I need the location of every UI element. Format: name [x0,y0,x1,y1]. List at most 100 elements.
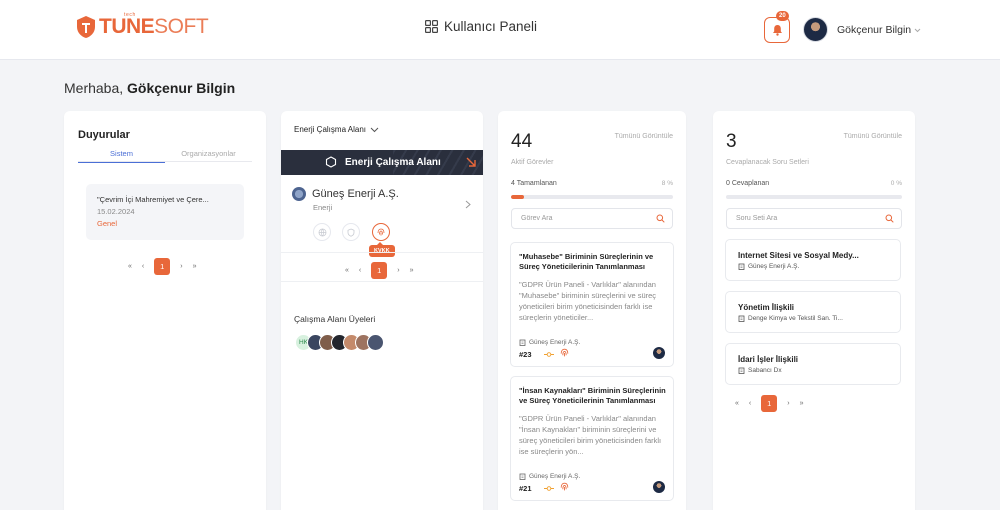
tasks-progress-label: 4 Tamamlanan [511,180,557,187]
pager-next[interactable]: › [397,267,399,274]
question-set-company-name: Güneş Enerji A.Ş. [748,263,800,270]
tasks-progress-fill [511,195,524,199]
fingerprint-icon [560,348,569,357]
pager-current[interactable]: 1 [154,258,171,275]
task-company-name: Güneş Enerji A.Ş. [529,473,581,480]
pager-last[interactable]: » [410,267,414,274]
notifications-button[interactable]: 20 [764,11,790,43]
building-icon [519,473,526,480]
question-sets-progress-bar [726,195,902,199]
question-sets-view-all-link[interactable]: Tümünü Görüntüle [844,133,902,140]
building-icon [738,263,745,270]
tasks-subtitle: Aktif Görevler [511,159,554,166]
question-set-company-name: Denge Kimya ve Tekstil San. Ti... [748,315,843,322]
top-bar: TUNE SOFT tech Kullanıcı Paneli 20 Gökçen… [0,0,1000,60]
globe-icon [318,228,326,236]
assignee-avatar[interactable] [653,481,665,493]
question-set-item[interactable]: Yönetim İlişkili Denge Kimya ve Tekstil … [725,291,901,333]
pager-first[interactable]: « [128,263,132,270]
announcement-tag: Genel [97,219,118,228]
chevron-down-icon [370,127,379,132]
fingerprint-icon [560,482,569,491]
pager-next[interactable]: › [180,263,182,270]
tasks-view-all-link[interactable]: Tümünü Görüntüle [615,133,673,140]
announcements-card: Duyurular Sistem Organizasyonlar "Çevrim… [64,111,266,510]
tasks-count: 44 [511,131,533,152]
task-description: "GDPR Ürün Paneli - Varlıklar" alanından… [519,280,657,322]
chevron-down-icon [914,28,921,32]
pager-current[interactable]: 1 [371,262,388,279]
task-company: Güneş Enerji A.Ş. [519,339,580,346]
logo-wordmark: TUNE SOFT [99,15,209,39]
pager-prev[interactable]: ‹ [749,400,751,407]
module-kvkk[interactable] [372,223,390,241]
task-card[interactable]: "Muhasebe" Biriminin Süreçlerinin ve Sür… [510,242,674,367]
announcement-title: "Çevrim İçi Mahremiyet ve Çere... [97,195,209,204]
chevron-right-icon[interactable] [465,200,471,209]
tasks-search-input[interactable]: Görev Ara [511,208,673,229]
workspace-selector-label: Enerji Çalışma Alanı [294,125,367,134]
greeting: Merhaba, Gökçenur Bilgin [64,80,235,96]
task-card[interactable]: "İnsan Kaynakları" Biriminin Süreçlerini… [510,376,674,501]
company-sector: Enerji [313,203,333,212]
question-sets-count: 3 [726,131,737,152]
question-sets-search-input[interactable]: Soru Seti Ara [726,208,902,229]
bell-icon [772,25,782,36]
logo-soft: SOFT [154,15,209,38]
question-set-item[interactable]: Internet Sitesi ve Sosyal Medy... Güneş … [725,239,901,281]
question-set-item[interactable]: İdari İşler İlişkili Sabancı Dx [725,343,901,385]
question-sets-subtitle: Cevaplanacak Soru Setleri [726,159,809,166]
announcement-tabs: Sistem Organizasyonlar [78,149,252,163]
pager-current[interactable]: 1 [761,395,778,412]
search-icon [656,214,665,223]
panel-title-text: Kullanıcı Paneli [444,19,538,34]
pager-first[interactable]: « [735,400,739,407]
module-gdpr[interactable] [313,223,331,241]
divider [281,281,483,282]
question-sets-progress-percent: 0 % [890,180,902,187]
fingerprint-icon [377,228,385,236]
workspace-pager: « ‹ 1 › » [345,262,414,279]
tasks-progress-bar [511,195,673,199]
question-sets-pager: « ‹ 1 › » [735,395,804,412]
pager-next[interactable]: › [787,400,789,407]
user-avatar[interactable] [803,17,828,42]
question-set-title: İdari İşler İlişkili [738,355,799,364]
announcement-item[interactable]: "Çevrim İçi Mahremiyet ve Çere... 15.02.… [86,184,244,240]
arrow-down-right-icon[interactable] [465,156,477,168]
tab-organizations[interactable]: Organizasyonlar [165,149,252,163]
tasks-card: 44 Tümünü Görüntüle Aktif Görevler 4 Tam… [498,111,686,510]
pager-last[interactable]: » [800,400,804,407]
greeting-name: Gökçenur Bilgin [127,80,236,96]
pager-prev[interactable]: ‹ [359,267,361,274]
user-menu[interactable]: Gökçenur Bilgin [837,24,921,36]
logo-tagline: tech [124,12,136,18]
company-name: Güneş Enerji A.Ş. [312,188,399,200]
shield-icon [347,228,355,237]
task-id: #21 [519,484,532,493]
tasks-search-placeholder: Görev Ara [521,215,553,222]
question-sets-card: 3 Tümünü Görüntüle Cevaplanacak Soru Set… [713,111,915,510]
pager-prev[interactable]: ‹ [142,263,144,270]
module-security[interactable] [342,223,360,241]
announcement-date: 15.02.2024 [97,207,135,216]
logo[interactable]: TUNE SOFT tech [76,12,209,39]
member-avatar[interactable] [367,334,384,351]
assignee-avatar[interactable] [653,347,665,359]
question-set-company: Sabancı Dx [738,367,782,374]
priority-icon [544,352,554,357]
tab-system[interactable]: Sistem [78,149,165,163]
building-icon [738,315,745,322]
kvkk-tooltip: KVKK [369,242,395,257]
divider [281,252,483,253]
question-set-company: Denge Kimya ve Tekstil San. Ti... [738,315,843,322]
question-sets-progress-label: 0 Cevaplanan [726,180,770,187]
task-title: "Muhasebe" Biriminin Süreçlerinin ve Sür… [519,252,654,271]
building-icon [738,367,745,374]
pager-last[interactable]: » [193,263,197,270]
company-row[interactable]: Güneş Enerji A.Ş. [292,187,399,201]
workspace-selector[interactable]: Enerji Çalışma Alanı [294,125,379,134]
workspace-banner[interactable]: Enerji Çalışma Alanı [281,150,483,175]
pager-first[interactable]: « [345,267,349,274]
priority-icon [544,486,554,491]
